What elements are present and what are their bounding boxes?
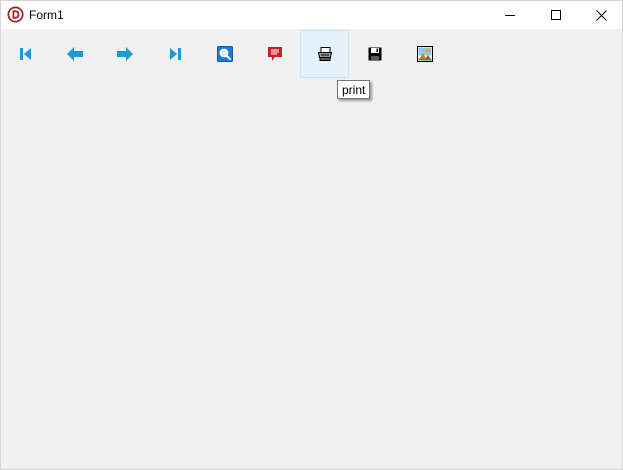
next-record-icon [116,47,133,61]
search-button[interactable] [200,30,249,78]
navigator-toolbar [1,30,622,79]
next-record-button[interactable] [100,30,149,78]
minimize-icon [505,15,515,16]
save-button[interactable] [350,30,399,78]
prior-record-icon [66,47,83,61]
floppy-disk-icon [368,47,381,61]
magnifier-icon [216,46,233,62]
printer-icon [317,47,332,61]
delphi-logo-icon [7,6,24,23]
speech-bubble-icon [267,47,282,61]
maximize-icon [551,10,561,20]
print-tooltip: print [337,80,371,99]
form-window: Form1 print [0,0,623,470]
last-record-button[interactable] [150,30,199,78]
title-bar[interactable]: Form1 [1,1,622,29]
last-record-icon [169,48,181,60]
first-record-button[interactable] [1,30,50,78]
picture-icon [416,46,433,62]
print-button[interactable] [300,30,349,78]
close-button[interactable] [578,1,622,29]
maximize-button[interactable] [533,1,579,29]
close-icon [595,9,607,21]
first-record-icon [19,48,31,60]
window-title: Form1 [29,8,64,22]
image-button[interactable] [400,30,449,78]
prior-record-button[interactable] [50,30,99,78]
comment-button[interactable] [250,30,299,78]
minimize-button[interactable] [487,1,533,29]
